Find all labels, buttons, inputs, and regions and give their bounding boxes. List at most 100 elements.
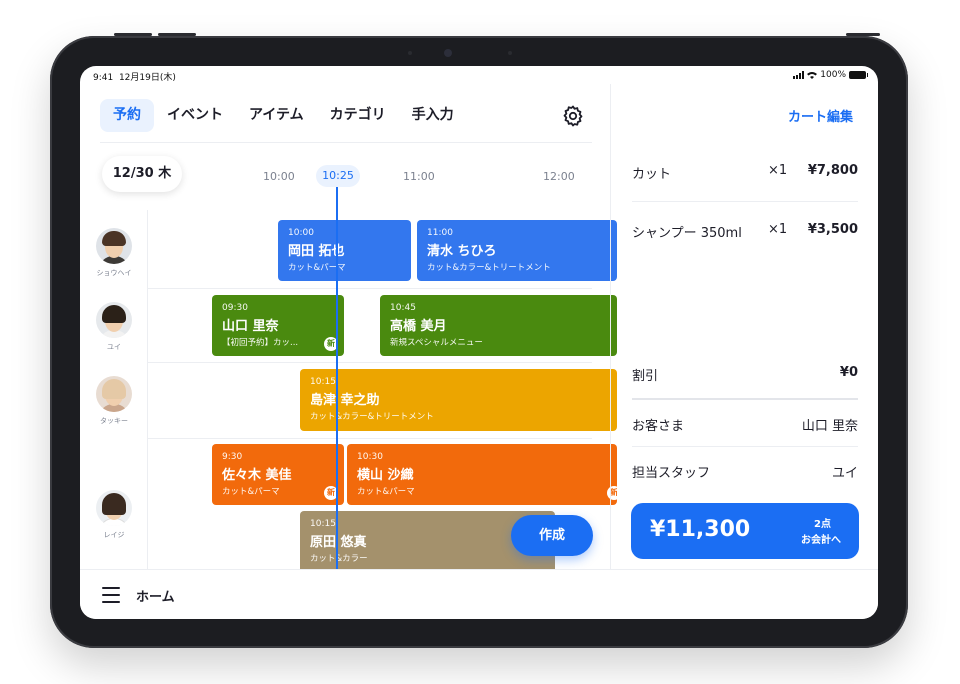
front-sensor bbox=[408, 51, 412, 55]
appointment-menu: カット&カラー&トリートメント bbox=[427, 263, 551, 273]
appointment-menu: カット&パーマ bbox=[222, 487, 280, 497]
status-bar: 9:41 12月19日(木) 100% bbox=[80, 66, 878, 84]
appointment-time: 09:30 bbox=[222, 303, 248, 313]
time-label: 12:00 bbox=[543, 170, 575, 183]
cart-item-price: ¥3,500 bbox=[807, 222, 858, 237]
appointment-menu: カット&パーマ bbox=[288, 263, 346, 273]
tab-divider bbox=[100, 142, 592, 143]
appointment-time: 10:30 bbox=[357, 452, 383, 462]
category-tabs: 予約 イベント アイテム カテゴリ 手入力 bbox=[100, 99, 467, 132]
appointment-card[interactable]: 11:00 清水 ちひろ カット&カラー&トリートメント bbox=[417, 220, 617, 281]
staff-takki[interactable]: タッキー bbox=[95, 376, 133, 426]
app-screen: 9:41 12月19日(木) 100% 予約 イベント アイテム カテゴリ 手入… bbox=[80, 66, 878, 619]
appointment-card[interactable]: 09:30 山口 里奈 【初回予約】カッ... 新 bbox=[212, 295, 344, 356]
appointment-time: 11:00 bbox=[427, 228, 453, 238]
home-label[interactable]: ホーム bbox=[136, 586, 175, 605]
time-label: 11:00 bbox=[403, 170, 435, 183]
appointment-customer: 島津 幸之助 bbox=[310, 393, 380, 408]
tab-manual-entry[interactable]: 手入力 bbox=[399, 99, 467, 132]
appointment-menu: カット&カラー&トリートメント bbox=[310, 412, 434, 422]
staff-yui[interactable]: ユイ bbox=[95, 302, 133, 352]
row-divider bbox=[148, 362, 592, 363]
staff-label: 担当スタッフ bbox=[632, 466, 711, 481]
appointment-card[interactable]: 10:15 島津 幸之助 カット&カラー&トリートメント bbox=[300, 369, 617, 431]
current-time-line bbox=[336, 187, 338, 570]
cart-item-name: カット bbox=[632, 167, 672, 182]
divider bbox=[632, 398, 858, 400]
gear-icon[interactable] bbox=[561, 104, 585, 128]
appointment-menu: 新規スペシャルメニュー bbox=[390, 338, 483, 348]
pane-divider bbox=[610, 84, 611, 569]
tab-reservation[interactable]: 予約 bbox=[100, 99, 154, 132]
cart-item-name: シャンプー 350ml bbox=[632, 226, 742, 241]
avatar bbox=[96, 228, 132, 264]
battery-icon bbox=[849, 71, 868, 79]
checkout-item-count: 2点 bbox=[814, 519, 831, 530]
tab-item[interactable]: アイテム bbox=[236, 99, 317, 132]
appointment-customer: 清水 ちひろ bbox=[427, 244, 497, 259]
front-sensor-2 bbox=[508, 51, 512, 55]
tab-event[interactable]: イベント bbox=[154, 99, 236, 132]
cart-item-qty: ×1 bbox=[768, 163, 788, 178]
status-date: 12月19日(木) bbox=[118, 73, 176, 83]
divider bbox=[632, 201, 858, 202]
volume-up-button bbox=[114, 33, 152, 36]
appointment-menu: カット&カラー bbox=[310, 554, 368, 564]
staff-name: タッキー bbox=[100, 417, 128, 425]
create-reservation-button[interactable]: 作成 bbox=[511, 515, 593, 556]
avatar bbox=[96, 376, 132, 412]
wifi-icon bbox=[807, 72, 818, 79]
checkout-button[interactable]: ¥11,300 2点 お会計へ bbox=[631, 503, 859, 559]
discount-label: 割引 bbox=[632, 369, 659, 384]
appointment-menu: カット&パーマ bbox=[357, 487, 415, 497]
appointment-time: 10:15 bbox=[310, 519, 336, 529]
time-label: 10:00 bbox=[263, 170, 295, 183]
staff-name: ユイ bbox=[107, 343, 121, 351]
staff-name: ショウヘイ bbox=[96, 269, 132, 277]
cart-item[interactable]: シャンプー 350ml ×1 ¥3,500 bbox=[632, 222, 858, 242]
checkout-action-label: お会計へ bbox=[801, 535, 841, 546]
appointment-customer: 岡田 拓也 bbox=[288, 244, 345, 259]
date-picker[interactable]: 12/30 木 bbox=[102, 156, 182, 192]
appointment-card[interactable]: 10:00 岡田 拓也 カット&パーマ bbox=[278, 220, 411, 281]
avatar bbox=[96, 490, 132, 526]
appointment-menu: 【初回予約】カッ... bbox=[222, 338, 299, 348]
appointment-time: 10:15 bbox=[310, 377, 336, 387]
appointment-card[interactable]: 10:45 高橋 美月 新規スペシャルメニュー bbox=[380, 295, 617, 356]
cart-item-qty: ×1 bbox=[768, 222, 788, 237]
appointment-card[interactable]: 9:30 佐々木 美佳 カット&パーマ 新 bbox=[212, 444, 344, 505]
staff-reiji[interactable]: レイジ bbox=[95, 490, 133, 540]
cellular-signal-icon bbox=[793, 71, 805, 79]
front-camera bbox=[444, 49, 452, 57]
row-divider bbox=[148, 438, 592, 439]
appointment-customer: 原田 悠真 bbox=[310, 535, 367, 550]
current-time-marker: 10:25 bbox=[316, 165, 360, 187]
status-time: 9:41 bbox=[93, 73, 114, 83]
cart-edit-button[interactable]: カート編集 bbox=[788, 106, 853, 125]
status-indicators: 100% bbox=[793, 70, 868, 80]
staff-value: ユイ bbox=[831, 466, 858, 481]
menu-icon[interactable] bbox=[102, 587, 120, 603]
bottom-bar: ホーム bbox=[80, 569, 878, 619]
divider bbox=[632, 446, 858, 447]
battery-percent: 100% bbox=[820, 70, 846, 80]
tab-category[interactable]: カテゴリ bbox=[317, 99, 399, 132]
appointment-customer: 横山 沙織 bbox=[357, 468, 414, 483]
discount-value: ¥0 bbox=[839, 365, 858, 380]
appointment-time: 10:00 bbox=[288, 228, 314, 238]
cart-item-price: ¥7,800 bbox=[807, 163, 858, 178]
staff-column: ショウヘイ ユイ タッキー レイジ bbox=[80, 210, 148, 570]
appointment-customer: 高橋 美月 bbox=[390, 319, 447, 334]
staff-name: レイジ bbox=[103, 531, 125, 539]
status-clock: 9:41 12月19日(木) bbox=[93, 70, 176, 83]
cart-item[interactable]: カット ×1 ¥7,800 bbox=[632, 163, 858, 183]
appointment-customer: 山口 里奈 bbox=[222, 319, 279, 334]
power-button bbox=[846, 33, 880, 36]
appointment-card[interactable]: 10:30 横山 沙織 カット&パーマ 新 bbox=[347, 444, 617, 505]
staff-shohei[interactable]: ショウヘイ bbox=[95, 228, 133, 278]
volume-down-button bbox=[158, 33, 196, 36]
avatar bbox=[96, 302, 132, 338]
checkout-total: ¥11,300 bbox=[650, 517, 751, 542]
new-customer-badge: 新 bbox=[607, 486, 617, 500]
appointment-customer: 佐々木 美佳 bbox=[222, 468, 292, 483]
